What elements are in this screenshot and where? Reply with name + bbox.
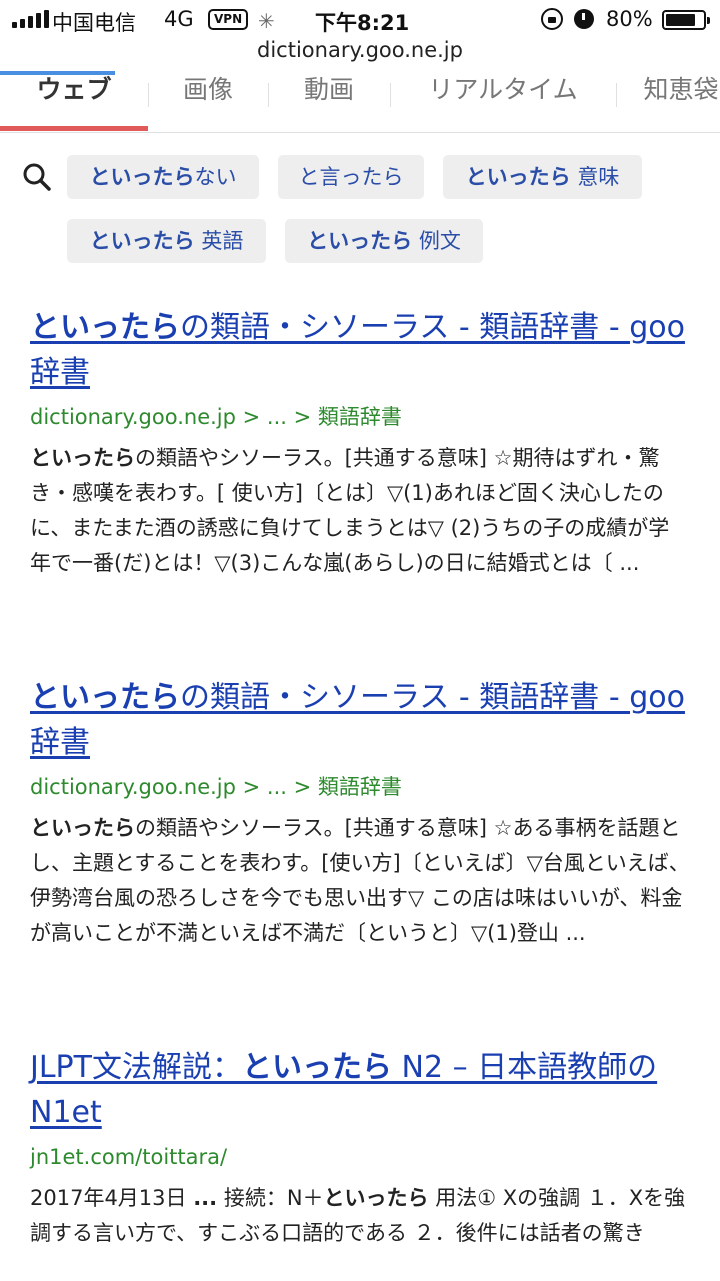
signal-strength-icon: [12, 10, 49, 28]
alarm-icon: [574, 9, 594, 29]
suggestion-chip[interactable]: といったら 英語: [67, 219, 266, 263]
suggestion-chip[interactable]: と言ったら: [278, 155, 424, 199]
result-title-link[interactable]: といったらの類語・シソーラス - 類語辞書 - goo辞書: [30, 680, 685, 760]
clock: 下午8:21: [315, 11, 410, 35]
result-title-link[interactable]: JLPT文法解説：といったら N2 – 日本語教師のN1et: [30, 1050, 657, 1130]
result-url[interactable]: dictionary.goo.ne.jp > ... > 類語辞書: [30, 403, 690, 431]
result-snippet: といったらの類語やシソーラス。[共通する意味] ☆ある事柄を話題とし、主題とする…: [30, 816, 690, 945]
search-icon: [23, 163, 51, 191]
suggestion-chip[interactable]: といったらない: [67, 155, 259, 199]
search-result: といったらの類語・シソーラス - 類語辞書 - goo辞書 dictionary…: [30, 305, 690, 581]
orientation-lock-icon: [541, 8, 563, 30]
result-snippet: 2017年4月13日 ... 接続：N＋といったら 用法① Xの強調 １．Xを強…: [30, 1186, 686, 1245]
status-bar: 中国电信 4G VPN ✳ 下午8:21 80%: [0, 0, 720, 40]
result-url[interactable]: jn1et.com/toittara/: [30, 1143, 690, 1171]
activity-spinner-icon: ✳: [258, 9, 275, 33]
carrier-name: 中国电信: [52, 11, 136, 35]
suggestion-chip[interactable]: といったら 意味: [443, 155, 642, 199]
network-type: 4G: [164, 7, 194, 31]
tab-realtime[interactable]: リアルタイム: [390, 75, 616, 132]
vpn-badge: VPN: [208, 9, 249, 30]
tab-videos[interactable]: 動画: [268, 75, 390, 132]
result-snippet: といったらの類語やシソーラス。[共通する意味] ☆期待はずれ・驚き・感嘆を表わす…: [30, 446, 670, 575]
search-category-tabs: ウェブ 画像 動画 リアルタイム 知恵袋: [0, 75, 720, 133]
active-tab-indicator: [0, 126, 148, 131]
tab-web[interactable]: ウェブ: [0, 75, 148, 132]
battery-percentage: 80%: [606, 7, 653, 31]
result-url[interactable]: dictionary.goo.ne.jp > ... > 類語辞書: [30, 773, 690, 801]
result-title-link[interactable]: といったらの類語・シソーラス - 類語辞書 - goo辞書: [30, 310, 685, 390]
tab-images[interactable]: 画像: [148, 75, 268, 132]
address-bar[interactable]: dictionary.goo.ne.jp: [0, 38, 720, 62]
battery-icon: [662, 10, 710, 30]
suggestion-chip[interactable]: といったら 例文: [285, 219, 483, 263]
search-result: JLPT文法解説：といったら N2 – 日本語教師のN1et jn1et.com…: [30, 1045, 690, 1251]
tab-chiebukuro[interactable]: 知恵袋: [616, 75, 720, 132]
search-result: といったらの類語・シソーラス - 類語辞書 - goo辞書 dictionary…: [30, 675, 690, 951]
